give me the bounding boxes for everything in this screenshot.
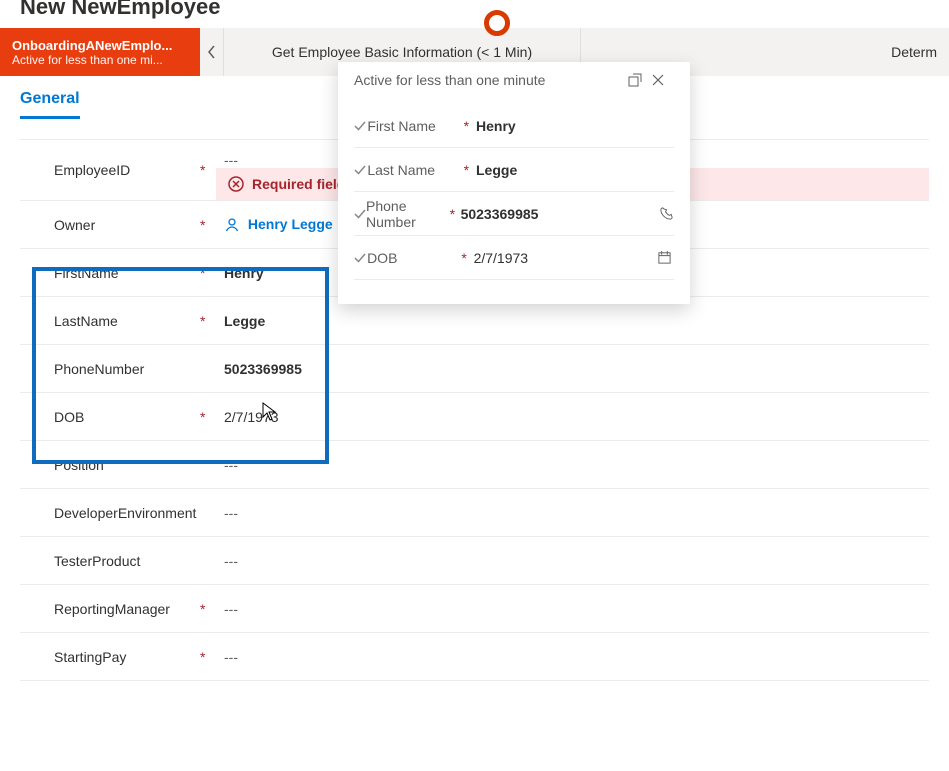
field-value: --- (216, 637, 929, 677)
flyout-label: First Name (367, 118, 463, 134)
field-starting-pay[interactable]: StartingPay * --- (20, 633, 929, 681)
flyout-title: Active for less than one minute (354, 72, 628, 88)
field-value: --- (216, 541, 929, 581)
required-asterisk: * (200, 601, 216, 617)
required-asterisk: * (200, 409, 216, 425)
bpf-process-name-text: OnboardingANewEmplo... (12, 38, 188, 53)
required-asterisk: * (200, 217, 216, 233)
required-asterisk: * (464, 118, 474, 134)
field-value: 2/7/1973 (216, 397, 929, 437)
field-value: Legge (216, 301, 929, 341)
flyout-input-last-name[interactable] (474, 158, 674, 182)
flyout-field-phone[interactable]: Phone Number * (354, 192, 674, 236)
flyout-label: Phone Number (366, 198, 450, 230)
field-label: DOB (20, 397, 200, 437)
field-label: TesterProduct (20, 541, 200, 581)
field-last-name[interactable]: LastName * Legge (20, 297, 929, 345)
field-value: --- (216, 589, 929, 629)
check-icon (354, 208, 366, 220)
field-label: PhoneNumber (20, 349, 200, 389)
required-asterisk: * (200, 649, 216, 665)
bpf-stage-next-label: Determ (891, 44, 937, 60)
required-asterisk: * (200, 265, 216, 281)
recording-indicator-icon (484, 10, 510, 36)
page-title: New NewEmployee (0, 0, 949, 28)
field-label: FirstName (20, 253, 200, 293)
field-tester-product[interactable]: TesterProduct --- (20, 537, 929, 585)
flyout-field-first-name[interactable]: First Name * (354, 104, 674, 148)
required-asterisk: * (464, 162, 474, 178)
close-icon[interactable] (652, 74, 676, 86)
bpf-process-duration: Active for less than one mi... (12, 53, 188, 67)
check-icon (354, 120, 367, 132)
person-icon (224, 217, 240, 233)
required-asterisk: * (200, 162, 216, 178)
phone-icon[interactable] (659, 206, 674, 221)
flyout-input-phone[interactable] (459, 202, 659, 226)
field-reporting-manager[interactable]: ReportingManager * --- (20, 585, 929, 633)
field-position[interactable]: Position --- (20, 441, 929, 489)
flyout-label: DOB (367, 250, 461, 266)
field-value: 5023369985 (216, 349, 929, 389)
field-label: Owner (20, 205, 200, 245)
flyout-field-last-name[interactable]: Last Name * (354, 148, 674, 192)
flyout-field-dob[interactable]: DOB * (354, 236, 674, 280)
field-label: ReportingManager (20, 589, 200, 629)
required-asterisk: * (200, 313, 216, 329)
error-icon (228, 176, 244, 192)
flyout-header: Active for less than one minute (338, 62, 690, 104)
flyout-input-first-name[interactable] (474, 114, 674, 138)
field-dob[interactable]: DOB * 2/7/1973 (20, 393, 929, 441)
field-label: LastName (20, 301, 200, 341)
tab-general[interactable]: General (20, 90, 80, 119)
owner-name: Henry Legge (248, 216, 333, 232)
bpf-collapse-chevron[interactable] (200, 28, 224, 76)
flyout-label: Last Name (367, 162, 463, 178)
field-value: --- (216, 445, 929, 485)
field-value: --- (216, 493, 929, 533)
stage-flyout: Active for less than one minute First Na… (338, 62, 690, 304)
field-phone-number[interactable]: PhoneNumber 5023369985 (20, 345, 929, 393)
dock-icon[interactable] (628, 73, 652, 87)
field-label: EmployeeID (20, 150, 200, 190)
check-icon (354, 252, 367, 264)
check-icon (354, 164, 367, 176)
field-label: DeveloperEnvironment (20, 493, 200, 533)
field-label: StartingPay (20, 637, 200, 677)
required-asterisk: * (450, 206, 459, 222)
bpf-stage-current-label: Get Employee Basic Information (< 1 Min) (272, 44, 532, 60)
required-asterisk: * (461, 250, 471, 266)
bpf-process-name[interactable]: OnboardingANewEmplo... Active for less t… (0, 28, 200, 76)
calendar-icon[interactable] (657, 250, 674, 265)
flyout-input-dob[interactable] (472, 246, 657, 270)
field-label: Position (20, 445, 200, 485)
field-developer-environment[interactable]: DeveloperEnvironment --- (20, 489, 929, 537)
